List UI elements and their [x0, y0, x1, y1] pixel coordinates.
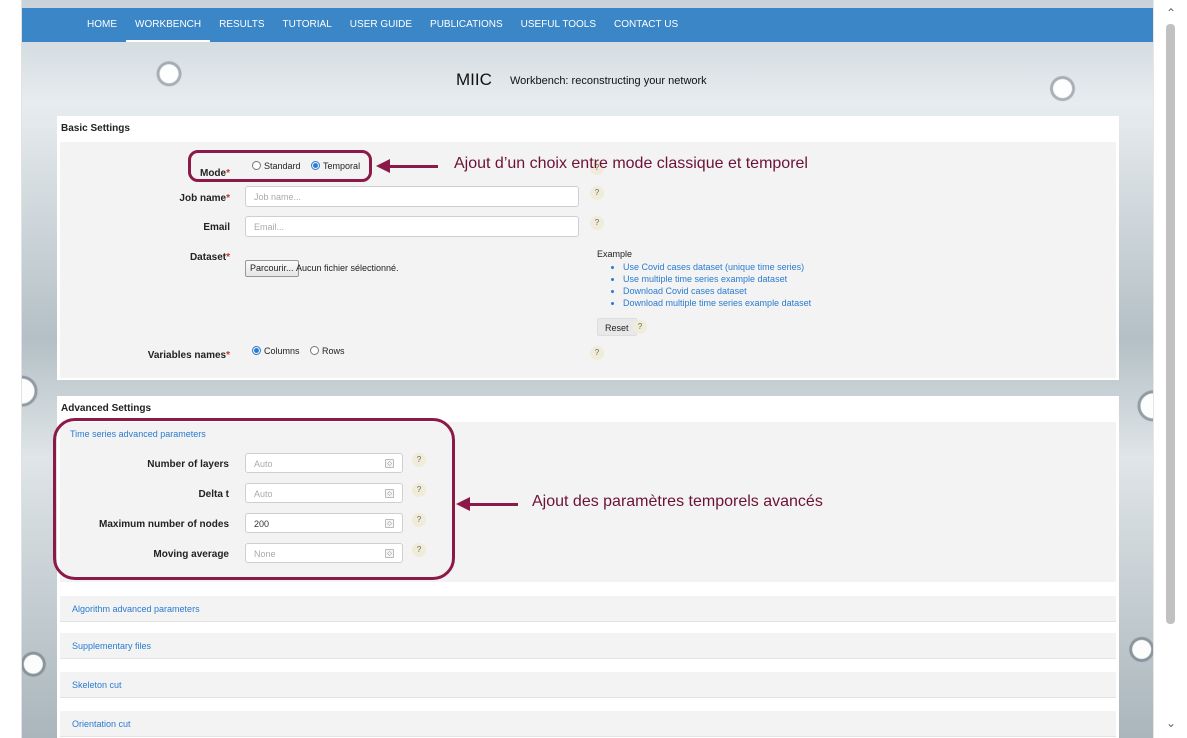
mode-annotation-arrow — [388, 165, 438, 168]
variables-rows-option[interactable]: Rows — [310, 346, 345, 356]
reset-help-icon[interactable]: ? — [633, 320, 647, 334]
top-navbar: HOME WORKBENCH RESULTS TUTORIAL USER GUI… — [22, 8, 1153, 42]
scroll-down-icon[interactable]: ⌄ — [1164, 716, 1178, 730]
variables-rows-radio[interactable] — [310, 346, 320, 355]
scroll-up-icon[interactable]: ⌃ — [1164, 6, 1178, 20]
email-input[interactable]: Email... — [245, 216, 579, 237]
variables-names-radio-group: Columns Rows — [252, 346, 353, 356]
download-link-covid[interactable]: Download Covid cases dataset — [623, 285, 811, 297]
nav-contact-us[interactable]: CONTACT US — [605, 8, 687, 42]
job-name-input[interactable]: Job name... — [245, 186, 579, 207]
nav-useful-tools[interactable]: USEFUL TOOLS — [512, 8, 605, 42]
temporal-annotation-box — [53, 418, 455, 580]
dataset-label: Dataset* — [189, 252, 230, 263]
job-name-help-icon[interactable]: ? — [590, 186, 604, 200]
dataset-file-status: Aucun fichier sélectionné. — [296, 263, 399, 273]
temporal-annotation-arrow — [468, 503, 518, 506]
example-title: Example — [597, 249, 633, 259]
example-link-covid[interactable]: Use Covid cases dataset (unique time ser… — [623, 261, 811, 273]
app-title: MIIC — [456, 70, 492, 89]
app-subtitle: Workbench: reconstructing your network — [510, 75, 707, 87]
nav-results[interactable]: RESULTS — [210, 8, 273, 42]
example-box: Example Use Covid cases dataset (unique … — [597, 249, 811, 309]
nav-home[interactable]: HOME — [78, 8, 126, 42]
mode-annotation-text: Ajout d’un choix entre mode classique et… — [454, 155, 808, 172]
basic-settings-header: Basic Settings — [61, 123, 130, 134]
orientation-cut-section[interactable]: Orientation cut — [60, 711, 1116, 737]
algorithm-advanced-section[interactable]: Algorithm advanced parameters — [60, 596, 1116, 622]
skeleton-cut-section[interactable]: Skeleton cut — [60, 672, 1116, 698]
nav-workbench[interactable]: WORKBENCH — [126, 8, 211, 42]
email-label: Email — [203, 222, 230, 233]
left-gutter — [0, 0, 22, 738]
job-name-label: Job name* — [179, 193, 230, 204]
nav-publications[interactable]: PUBLICATIONS — [421, 8, 512, 42]
dataset-browse-button[interactable]: Parcourir... — [245, 260, 299, 277]
vertical-scrollbar[interactable]: ⌃ ⌄ — [1153, 0, 1187, 738]
page-viewport: HOME WORKBENCH RESULTS TUTORIAL USER GUI… — [22, 0, 1153, 738]
nav-tutorial[interactable]: TUTORIAL — [274, 8, 341, 42]
temporal-annotation-text: Ajout des paramètres temporels avancés — [532, 493, 823, 510]
reset-button[interactable]: Reset — [597, 318, 637, 336]
scroll-thumb[interactable] — [1166, 24, 1175, 624]
page-banner: MIIC Workbench: reconstructing your netw… — [22, 56, 1153, 116]
variables-columns-option[interactable]: Columns — [252, 346, 300, 356]
mode-annotation-box — [188, 150, 372, 182]
variables-names-help-icon[interactable]: ? — [590, 346, 604, 360]
variables-names-label: Variables names* — [147, 350, 230, 361]
email-help-icon[interactable]: ? — [590, 216, 604, 230]
nav-user-guide[interactable]: USER GUIDE — [341, 8, 421, 42]
example-links: Use Covid cases dataset (unique time ser… — [597, 261, 811, 309]
download-link-multiple[interactable]: Download multiple time series example da… — [623, 297, 811, 309]
variables-columns-radio[interactable] — [252, 346, 261, 355]
example-link-multiple[interactable]: Use multiple time series example dataset — [623, 273, 811, 285]
supplementary-files-section[interactable]: Supplementary files — [60, 633, 1116, 659]
